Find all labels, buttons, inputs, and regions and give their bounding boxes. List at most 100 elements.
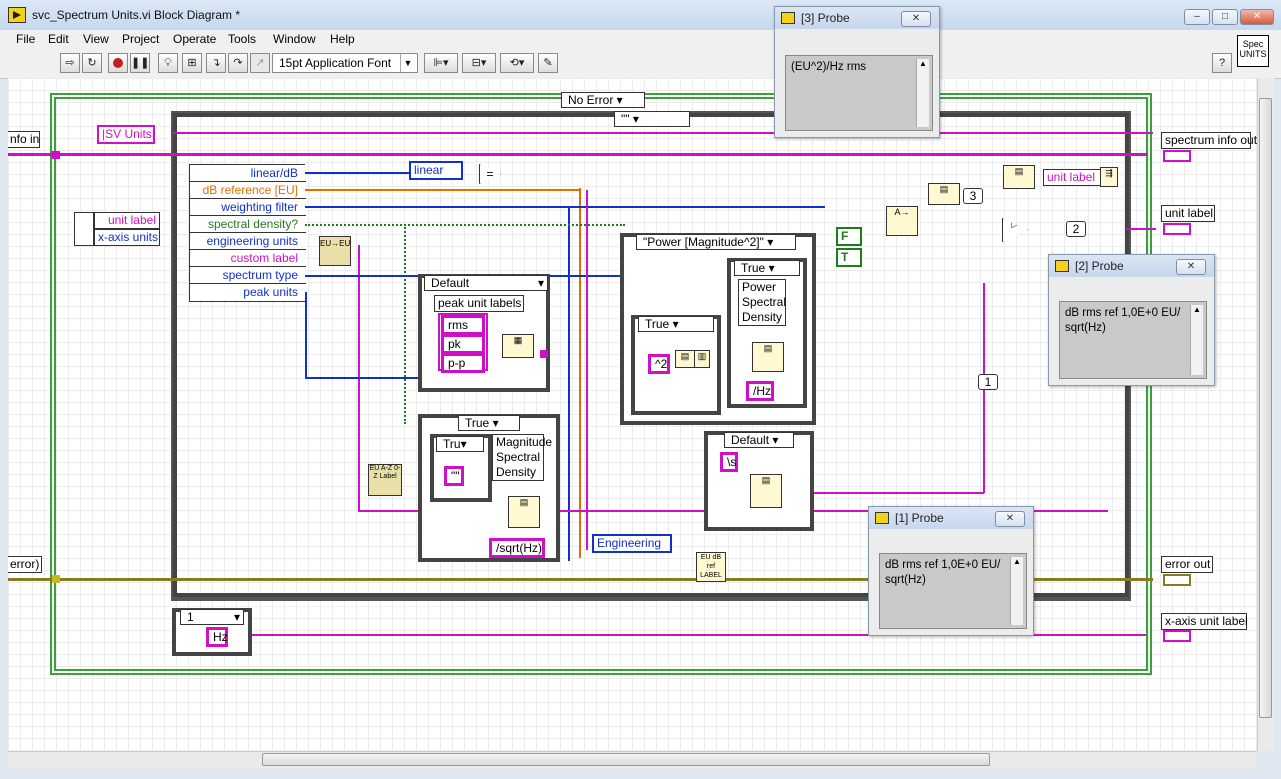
eu-db-ref-label-node[interactable]: EU dB ref LABEL bbox=[696, 552, 726, 582]
probe-window-2[interactable]: [2] Probe ✕ dB rms ref 1,0E+0 EU/ sqrt(H… bbox=[1048, 254, 1215, 386]
block-diagram-canvas[interactable]: No Error ▾ "" ▾ nfo in error) |SV Units|… bbox=[8, 78, 1257, 751]
vi-icon[interactable]: Spec UNITS bbox=[1237, 35, 1269, 67]
menu-file[interactable]: File bbox=[16, 32, 35, 46]
unit-label-bundle-label: unit label bbox=[1043, 169, 1101, 186]
eu-label-node[interactable]: EU A-Z 0-Z Label bbox=[368, 464, 402, 496]
weighting-wire-v bbox=[568, 206, 570, 561]
concat-strings-node-default[interactable]: ▤ bbox=[750, 474, 782, 508]
unit-label-terminal[interactable]: unit label bbox=[1161, 205, 1215, 222]
probe-3-scrollbar[interactable]: ▲ bbox=[916, 59, 929, 127]
row-peak-units: peak units bbox=[190, 284, 306, 301]
menu-view[interactable]: View bbox=[83, 32, 109, 46]
context-help-icon[interactable]: ? bbox=[1212, 53, 1232, 73]
eu-to-eu-node[interactable]: EU→EU bbox=[319, 236, 351, 266]
power-case-selector[interactable]: "Power [Magnitude^2]" ▾ bbox=[636, 234, 796, 250]
probe-1-close-button[interactable]: ✕ bbox=[995, 511, 1025, 527]
retain-wire-values-icon[interactable]: ⊞ bbox=[182, 53, 202, 73]
row-db-reference: dB reference [EU] bbox=[190, 182, 306, 199]
db-ref-wire bbox=[579, 188, 581, 558]
error-out-terminal[interactable]: error out bbox=[1161, 556, 1213, 573]
engineering-enum-constant[interactable]: Engineering bbox=[592, 534, 672, 553]
menu-window[interactable]: Window bbox=[273, 32, 316, 46]
inner-true-case-1-selector[interactable]: True ▾ bbox=[638, 316, 714, 332]
empty-string-constant[interactable]: "" bbox=[444, 466, 464, 486]
unbundle-by-name-main[interactable]: linear/dB dB reference [EU] weighting fi… bbox=[189, 164, 306, 302]
pow-2-constant[interactable]: ^2 bbox=[648, 354, 670, 374]
font-dropdown[interactable]: 15pt Application Font ▼ bbox=[272, 53, 418, 73]
index-array-node[interactable]: ▦ bbox=[502, 334, 534, 358]
msd-inner-case-selector[interactable]: Tru▾ bbox=[436, 436, 484, 452]
error-in-terminal[interactable]: error) bbox=[8, 556, 42, 573]
concat-node-1[interactable]: ▤ bbox=[675, 350, 695, 368]
run-continuously-icon[interactable]: ↻ bbox=[82, 53, 102, 73]
pause-icon[interactable]: ❚❚ bbox=[130, 53, 150, 73]
sv-units-constant[interactable]: |SV Units| bbox=[97, 125, 155, 144]
peak-case-selector[interactable]: Default ▾ bbox=[424, 275, 548, 291]
msd-label: Magnitude Spectral Density bbox=[492, 434, 552, 481]
row-engineering-units: engineering units bbox=[190, 233, 306, 250]
concat-node-top[interactable]: ▤ bbox=[928, 183, 960, 205]
probe-2-scrollbar[interactable]: ▲ bbox=[1190, 305, 1203, 375]
bool-false-constant[interactable]: F bbox=[836, 227, 862, 246]
bool-true-constant[interactable]: T bbox=[836, 248, 862, 267]
string-wire-h-b bbox=[808, 492, 984, 494]
maximize-button[interactable]: □ bbox=[1212, 9, 1238, 25]
hz-string-constant[interactable]: Hz bbox=[206, 627, 228, 647]
string-case-selector[interactable]: "" ▾ bbox=[614, 111, 690, 127]
peak-unit-labels-caption: peak unit labels bbox=[434, 295, 524, 312]
step-into-icon[interactable]: ↴ bbox=[206, 53, 226, 73]
reorder-icon[interactable]: ⟲▾ bbox=[500, 53, 534, 73]
probe-2-close-button[interactable]: ✕ bbox=[1176, 259, 1206, 275]
select-node[interactable]: A→ bbox=[886, 206, 918, 236]
probe-3-close-button[interactable]: ✕ bbox=[901, 11, 931, 27]
cleanup-diagram-icon[interactable]: ✎ bbox=[538, 53, 558, 73]
bundle-node[interactable]: ⇶ bbox=[1100, 167, 1118, 187]
hz-case-selector[interactable]: 1 ▾ bbox=[180, 609, 244, 625]
probe-icon bbox=[781, 12, 795, 24]
concat-node-2[interactable]: ▥ bbox=[694, 350, 710, 368]
concat-node-right[interactable]: ▤ bbox=[1003, 165, 1035, 189]
step-over-icon[interactable]: ↷ bbox=[228, 53, 248, 73]
probe-icon bbox=[1055, 260, 1069, 272]
highlight-execution-icon[interactable]: 💡︎ bbox=[158, 53, 178, 73]
s-constant[interactable]: \s bbox=[720, 452, 738, 472]
vertical-scroll-thumb[interactable] bbox=[1259, 98, 1272, 718]
font-dropdown-value: 15pt Application Font bbox=[279, 56, 392, 70]
tag-2: 2 bbox=[1066, 221, 1086, 237]
menu-help[interactable]: Help bbox=[330, 32, 355, 46]
menu-edit[interactable]: Edit bbox=[48, 32, 69, 46]
step-out-icon[interactable]: ↗ bbox=[250, 53, 270, 73]
minimize-button[interactable]: – bbox=[1184, 9, 1210, 25]
unbundle-by-name-small[interactable] bbox=[74, 212, 94, 246]
concat-strings-node-msd[interactable]: ▤ bbox=[508, 496, 540, 528]
spectrum-info-out-terminal[interactable]: spectrum info out bbox=[1161, 132, 1257, 149]
linear-enum-constant[interactable]: linear bbox=[409, 161, 463, 180]
peak-item-rms[interactable]: rms bbox=[441, 315, 485, 335]
per-sqrt-hz-constant[interactable]: /sqrt(Hz) bbox=[489, 538, 545, 558]
error-case-selector[interactable]: No Error ▾ bbox=[561, 92, 645, 108]
menu-tools[interactable]: Tools bbox=[228, 32, 256, 46]
horizontal-scroll-thumb[interactable] bbox=[262, 753, 990, 766]
align-objects-icon[interactable]: ⊫▾ bbox=[424, 53, 458, 73]
row-spectrum-type: spectrum type bbox=[190, 267, 306, 284]
menu-project[interactable]: Project bbox=[122, 32, 159, 46]
peak-item-pp[interactable]: p-p bbox=[441, 353, 485, 373]
x-axis-unit-label-terminal[interactable]: x-axis unit label bbox=[1161, 613, 1248, 630]
close-button[interactable]: ✕ bbox=[1240, 9, 1274, 25]
default-case-selector[interactable]: Default ▾ bbox=[724, 432, 794, 448]
info-in-terminal[interactable]: nfo in bbox=[8, 131, 40, 148]
distribute-objects-icon[interactable]: ⊟▾ bbox=[462, 53, 496, 73]
msd-case-selector[interactable]: True ▾ bbox=[458, 415, 520, 431]
labview-app-icon bbox=[8, 7, 26, 23]
probe-window-3[interactable]: [3] Probe ✕ (EU^2)/Hz rms ▲ bbox=[774, 6, 940, 138]
error-in-tunnel bbox=[52, 575, 60, 583]
abort-icon[interactable] bbox=[108, 53, 128, 73]
peak-item-pk[interactable]: pk bbox=[441, 334, 485, 354]
probe-1-scrollbar[interactable]: ▲ bbox=[1010, 557, 1023, 625]
run-arrow-icon[interactable]: ⇨ bbox=[60, 53, 80, 73]
per-hz-constant[interactable]: /Hz bbox=[746, 381, 774, 401]
concat-strings-node-psd[interactable]: ▤ bbox=[752, 342, 784, 372]
inner-true-case-2-selector[interactable]: True ▾ bbox=[734, 260, 800, 276]
menu-operate[interactable]: Operate bbox=[173, 32, 216, 46]
probe-window-1[interactable]: [1] Probe ✕ dB rms ref 1,0E+0 EU/ sqrt(H… bbox=[868, 506, 1034, 636]
